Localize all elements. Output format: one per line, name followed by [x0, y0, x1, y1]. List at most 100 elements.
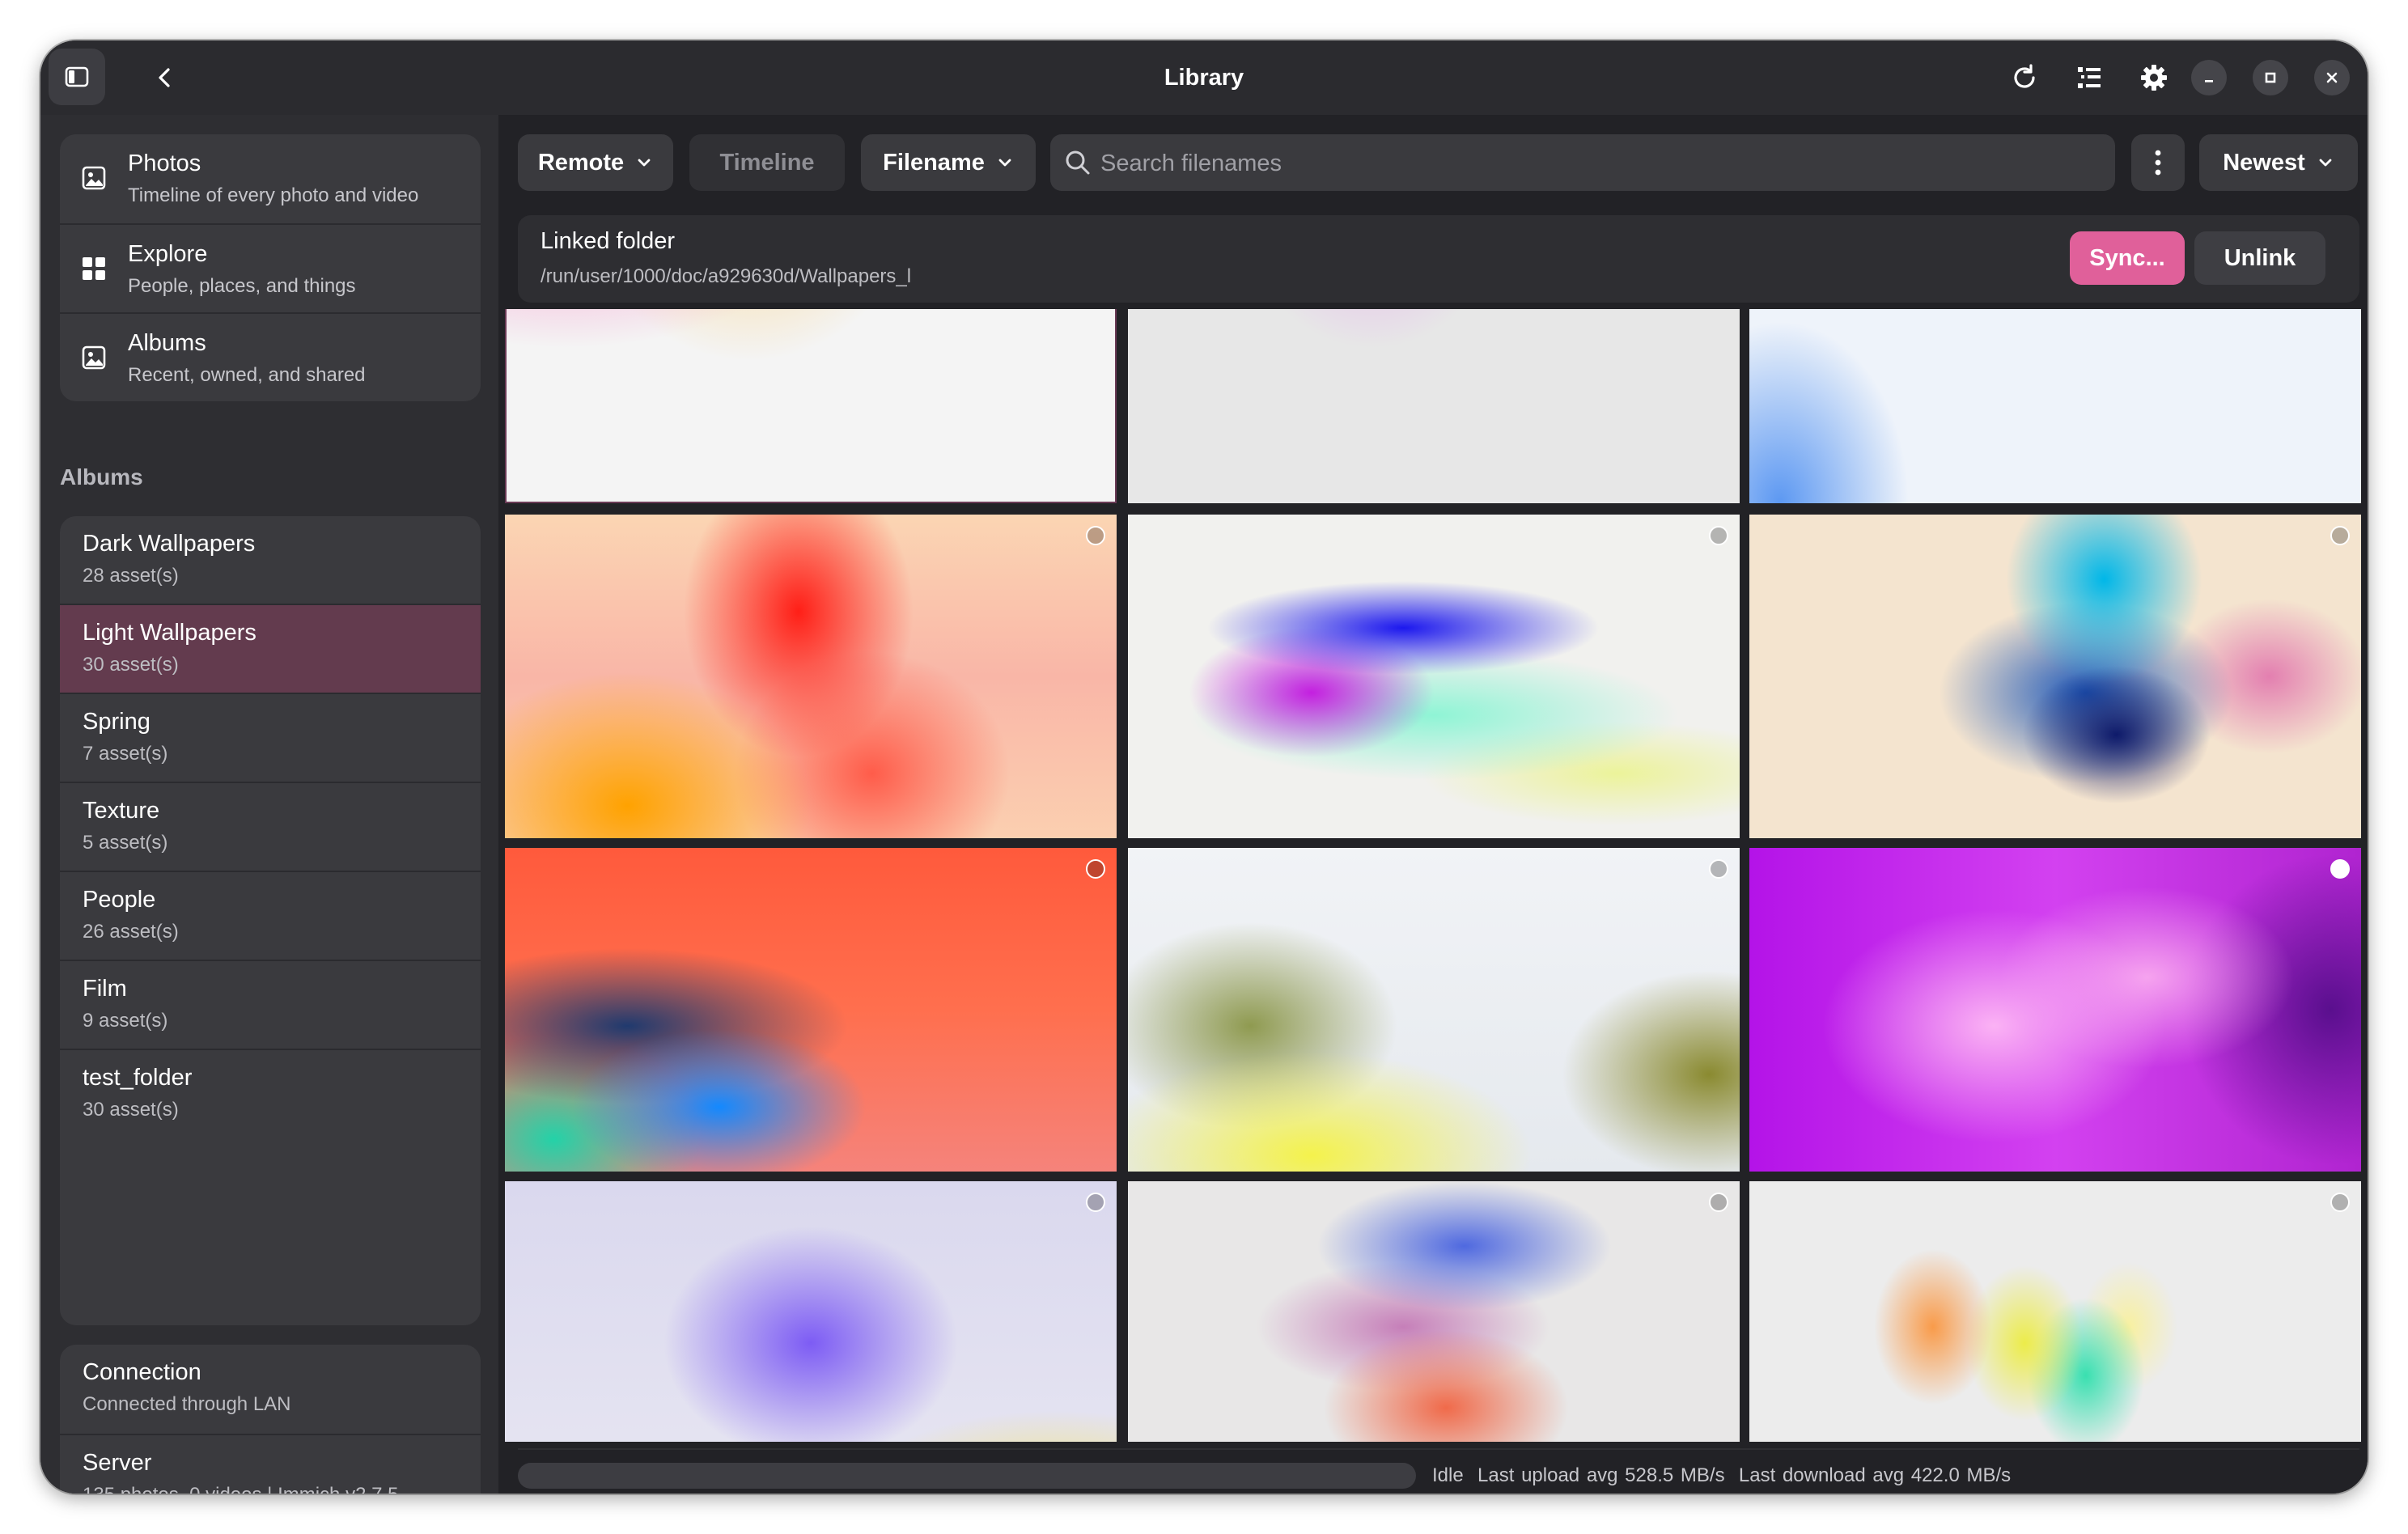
album-item-light-wallpapers[interactable]: Light Wallpapers 30 asset(s)	[60, 605, 481, 694]
album-count: 30 asset(s)	[83, 654, 179, 676]
more-vertical-icon	[2155, 150, 2161, 176]
album-title: Light Wallpapers	[83, 620, 256, 646]
nav-title: Albums	[128, 330, 206, 356]
source-dropdown[interactable]: Remote	[518, 134, 673, 191]
album-count: 30 asset(s)	[83, 1099, 179, 1121]
selection-checkbox[interactable]	[1709, 859, 1728, 879]
albums-heading: Albums	[60, 464, 143, 489]
selection-checkbox[interactable]	[2330, 526, 2350, 545]
photo-thumbnail[interactable]	[1749, 515, 2361, 838]
selection-checkbox[interactable]	[1086, 859, 1105, 879]
nav-subtitle: People, places, and things	[128, 275, 356, 297]
timeline-button[interactable]: Timeline	[689, 134, 845, 191]
photo-thumbnail[interactable]	[505, 309, 1117, 503]
album-item-spring[interactable]: Spring 7 asset(s)	[60, 694, 481, 783]
selection-checkbox[interactable]	[1086, 526, 1105, 545]
album-title: test_folder	[83, 1065, 193, 1091]
sort-field-label: Filename	[883, 149, 985, 176]
album-item-texture[interactable]: Texture 5 asset(s)	[60, 783, 481, 872]
album-count: 5 asset(s)	[83, 832, 168, 854]
nav-item-albums[interactable]: Albums Recent, owned, and shared	[60, 312, 481, 401]
refresh-button[interactable]	[1999, 52, 2050, 104]
list-view-button[interactable]	[2063, 52, 2115, 104]
maximize-button[interactable]	[2253, 60, 2288, 95]
photo-thumbnail[interactable]	[1128, 515, 1740, 838]
photo-thumbnail[interactable]	[505, 848, 1117, 1172]
progress-bar	[518, 1463, 1416, 1489]
sidebar: Photos Timeline of every photo and video…	[40, 115, 498, 1494]
selection-checkbox[interactable]	[1086, 1193, 1105, 1212]
transfer-status: Idle Last upload avg 528.5 MB/s Last dow…	[1432, 1464, 2011, 1487]
selection-checkbox[interactable]	[2330, 1193, 2350, 1212]
photo-thumbnail[interactable]	[1128, 848, 1740, 1172]
refresh-icon	[2014, 64, 2035, 88]
album-title: Spring	[83, 709, 150, 735]
status-title: Connection	[83, 1359, 201, 1385]
gear-icon	[2141, 65, 2167, 91]
source-label: Remote	[537, 149, 625, 176]
image-icon	[82, 166, 106, 190]
chevron-down-icon	[998, 159, 1011, 167]
album-title: Dark Wallpapers	[83, 531, 256, 557]
close-button[interactable]	[2314, 60, 2350, 95]
search-box[interactable]	[1050, 134, 2115, 193]
timeline-label: Timeline	[719, 149, 815, 176]
album-title: Texture	[83, 798, 160, 824]
image-icon	[82, 345, 106, 370]
status-title: Server	[83, 1450, 152, 1476]
album-count: 28 asset(s)	[83, 565, 179, 587]
photo-thumbnail[interactable]	[1128, 1181, 1740, 1442]
sync-button[interactable]: Sync...	[2070, 231, 2185, 285]
server-status: Server 135 photos, 0 videos | Immich v2.…	[60, 1434, 481, 1494]
album-item-dark-wallpapers[interactable]: Dark Wallpapers 28 asset(s)	[60, 516, 481, 605]
album-count: 7 asset(s)	[83, 743, 168, 765]
photo-thumbnail[interactable]	[505, 515, 1117, 838]
photo-thumbnail[interactable]	[1749, 848, 2361, 1172]
sync-state: Idle	[1432, 1464, 1464, 1486]
minimize-button[interactable]	[2191, 60, 2227, 95]
selection-checkbox[interactable]	[1709, 1193, 1728, 1212]
album-item-film[interactable]: Film 9 asset(s)	[60, 961, 481, 1050]
status-subtitle: 135 photos, 0 videos | Immich v2.7.5	[83, 1484, 398, 1494]
main-content: Remote Timeline Filename Search filename…	[498, 115, 2368, 1494]
nav-item-explore[interactable]: Explore People, places, and things	[60, 223, 481, 312]
search-icon	[1066, 150, 1090, 175]
album-count: 26 asset(s)	[83, 921, 179, 943]
connection-status: Connection Connected through LAN	[60, 1345, 481, 1432]
selection-checkbox[interactable]	[1709, 526, 1728, 545]
more-options-button[interactable]	[2131, 134, 2185, 191]
photo-thumbnail[interactable]	[1749, 309, 2361, 503]
maximize-icon	[2265, 72, 2276, 83]
album-title: Film	[83, 976, 127, 1002]
grid-icon	[83, 257, 105, 280]
album-count: 9 asset(s)	[83, 1010, 168, 1032]
sort-order-dropdown[interactable]: Newest	[2199, 134, 2358, 191]
photo-thumbnail[interactable]	[1749, 1181, 2361, 1442]
sort-field-dropdown[interactable]: Filename	[861, 134, 1036, 191]
album-title: People	[83, 887, 156, 913]
album-item-test-folder[interactable]: test_folder 30 asset(s)	[60, 1050, 481, 1138]
settings-button[interactable]	[2128, 52, 2180, 104]
photo-thumbnail[interactable]	[505, 1181, 1117, 1442]
close-icon	[2326, 72, 2338, 83]
download-speed: Last download avg 422.0 MB/s	[1738, 1464, 2012, 1486]
photo-thumbnail[interactable]	[1128, 309, 1740, 503]
sort-order-label: Newest	[2223, 149, 2305, 176]
chevron-down-icon	[2319, 159, 2332, 167]
nav-subtitle: Timeline of every photo and video	[128, 184, 419, 206]
linked-folder-path: /run/user/1000/doc/a929630d/Wallpapers_l	[541, 265, 912, 287]
nav-title: Photos	[128, 150, 201, 176]
nav-title: Explore	[128, 241, 208, 267]
linked-folder-title: Linked folder	[541, 228, 676, 254]
selection-checkbox[interactable]	[2330, 859, 2350, 879]
nav-card: Photos Timeline of every photo and video…	[60, 134, 481, 401]
upload-speed: Last upload avg 528.5 MB/s	[1477, 1464, 1725, 1486]
nav-item-photos[interactable]: Photos Timeline of every photo and video	[60, 134, 481, 222]
nav-subtitle: Recent, owned, and shared	[128, 364, 366, 386]
status-card: Connection Connected through LAN Server …	[60, 1345, 481, 1494]
search-input[interactable]	[1099, 134, 2105, 193]
header-bar: Library	[40, 40, 2368, 115]
sync-status-bar: Idle Last upload avg 528.5 MB/s Last dow…	[518, 1448, 2359, 1489]
unlink-button[interactable]: Unlink	[2194, 231, 2325, 285]
album-item-people[interactable]: People 26 asset(s)	[60, 872, 481, 961]
